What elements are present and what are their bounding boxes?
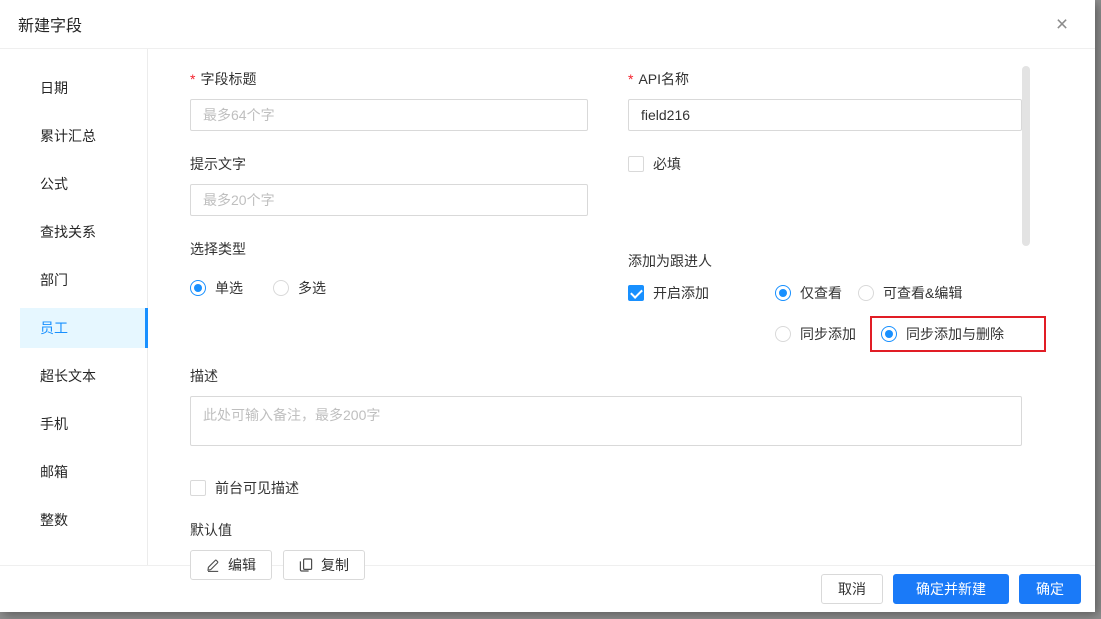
required-asterisk: * <box>628 68 633 90</box>
copy-icon <box>299 558 313 572</box>
sidebar-item-label: 整数 <box>40 510 68 530</box>
close-button[interactable]: × <box>1051 13 1073 35</box>
content-scrollbar[interactable] <box>1022 66 1030 246</box>
sidebar-item-lookup-relation[interactable]: 查找关系 <box>20 212 147 252</box>
close-icon: × <box>1056 14 1068 35</box>
view-permission-radio-group: 仅查看 可查看&编辑 <box>775 283 1046 303</box>
hint-text-input[interactable] <box>190 184 588 216</box>
description-textarea[interactable] <box>190 396 1022 446</box>
field-title-label: * 字段标题 <box>190 68 588 90</box>
sidebar-item-label: 公式 <box>40 174 68 194</box>
copy-default-button[interactable]: 复制 <box>283 550 365 580</box>
enable-add-checkbox[interactable]: 开启添加 <box>628 283 775 303</box>
form-content: * 字段标题 * API名称 <box>148 49 1095 565</box>
radio-icon <box>775 326 791 342</box>
dialog-title: 新建字段 <box>18 12 82 36</box>
sidebar-item-rollup-summary[interactable]: 累计汇总 <box>20 116 147 156</box>
radio-label: 仅查看 <box>800 283 842 303</box>
sidebar-item-label: 日期 <box>40 78 68 98</box>
select-type-group: 选择类型 单选 多选 <box>190 238 588 298</box>
front-visible-label: 前台可见描述 <box>215 478 299 498</box>
checkbox-icon <box>190 480 206 496</box>
required-checkbox-label: 必填 <box>653 154 681 174</box>
front-visible-checkbox[interactable]: 前台可见描述 <box>190 478 1022 498</box>
radio-label: 多选 <box>298 278 326 298</box>
description-label: 描述 <box>190 365 1022 387</box>
sidebar-item-label: 部门 <box>40 270 68 290</box>
radio-label: 可查看&编辑 <box>883 283 962 303</box>
sidebar-item-label: 查找关系 <box>40 222 96 242</box>
sidebar-item-label: 超长文本 <box>40 366 96 386</box>
hint-text-label: 提示文字 <box>190 153 588 175</box>
radio-view-and-edit[interactable]: 可查看&编辑 <box>858 283 962 303</box>
radio-view-only[interactable]: 仅查看 <box>775 283 842 303</box>
radio-single-select[interactable]: 单选 <box>190 278 243 298</box>
api-name-group: * API名称 <box>628 68 1022 131</box>
pencil-icon <box>206 558 220 572</box>
radio-icon <box>190 280 206 296</box>
radio-sync-add[interactable]: 同步添加 <box>775 324 856 344</box>
sidebar-item-department[interactable]: 部门 <box>20 260 147 300</box>
field-title-group: * 字段标题 <box>190 68 588 131</box>
radio-label: 单选 <box>215 278 243 298</box>
required-group: 必填 <box>628 154 1022 174</box>
api-name-label: * API名称 <box>628 68 1022 90</box>
description-group: 描述 <box>190 365 1022 451</box>
field-type-sidebar: 日期 累计汇总 公式 查找关系 部门 员工 超长文本 手机 邮箱 整数 <box>0 49 148 565</box>
sidebar-item-label: 手机 <box>40 414 68 434</box>
field-title-input[interactable] <box>190 99 588 131</box>
radio-label: 同步添加与删除 <box>906 324 1004 344</box>
api-name-input[interactable] <box>628 99 1022 131</box>
confirm-button[interactable]: 确定 <box>1019 574 1081 604</box>
follower-group: 添加为跟进人 开启添加 仅查看 <box>628 238 1022 352</box>
sidebar-item-email[interactable]: 邮箱 <box>20 452 147 492</box>
radio-icon <box>273 280 289 296</box>
default-value-group: 默认值 编辑 <box>190 519 1022 580</box>
radio-icon <box>858 285 874 301</box>
follower-radio-groups: 仅查看 可查看&编辑 <box>775 279 1046 352</box>
sidebar-item-label: 累计汇总 <box>40 126 96 146</box>
sidebar-item-employee[interactable]: 员工 <box>20 308 147 348</box>
radio-multi-select[interactable]: 多选 <box>273 278 326 298</box>
sidebar-item-label: 员工 <box>40 318 68 338</box>
select-type-label: 选择类型 <box>190 238 588 260</box>
sidebar-item-long-text[interactable]: 超长文本 <box>20 356 147 396</box>
sync-behavior-radio-group: 同步添加 同步添加与删除 <box>775 316 1046 352</box>
default-value-label: 默认值 <box>190 519 1022 541</box>
radio-sync-add-delete[interactable]: 同步添加与删除 <box>881 324 1004 344</box>
sidebar-item-label: 邮箱 <box>40 462 68 482</box>
radio-label: 同步添加 <box>800 324 856 344</box>
checkbox-checked-icon <box>628 285 644 301</box>
new-field-dialog: 新建字段 × 日期 累计汇总 公式 查找关系 部门 员工 超长文本 手机 邮箱 … <box>0 0 1095 612</box>
hint-text-group: 提示文字 <box>190 153 588 216</box>
radio-icon <box>775 285 791 301</box>
sidebar-item-date[interactable]: 日期 <box>20 68 147 108</box>
red-highlight-annotation: 同步添加与删除 <box>870 316 1046 352</box>
required-checkbox[interactable]: 必填 <box>628 154 1022 174</box>
dialog-header: 新建字段 × <box>0 0 1095 49</box>
copy-button-label: 复制 <box>321 555 349 575</box>
sidebar-item-mobile[interactable]: 手机 <box>20 404 147 444</box>
follower-label: 添加为跟进人 <box>628 250 1022 272</box>
required-asterisk: * <box>190 68 195 90</box>
enable-add-label: 开启添加 <box>653 283 709 303</box>
sidebar-item-formula[interactable]: 公式 <box>20 164 147 204</box>
edit-default-button[interactable]: 编辑 <box>190 550 272 580</box>
checkbox-icon <box>628 156 644 172</box>
sidebar-item-integer[interactable]: 整数 <box>20 500 147 540</box>
edit-button-label: 编辑 <box>228 555 256 575</box>
radio-icon <box>881 326 897 342</box>
